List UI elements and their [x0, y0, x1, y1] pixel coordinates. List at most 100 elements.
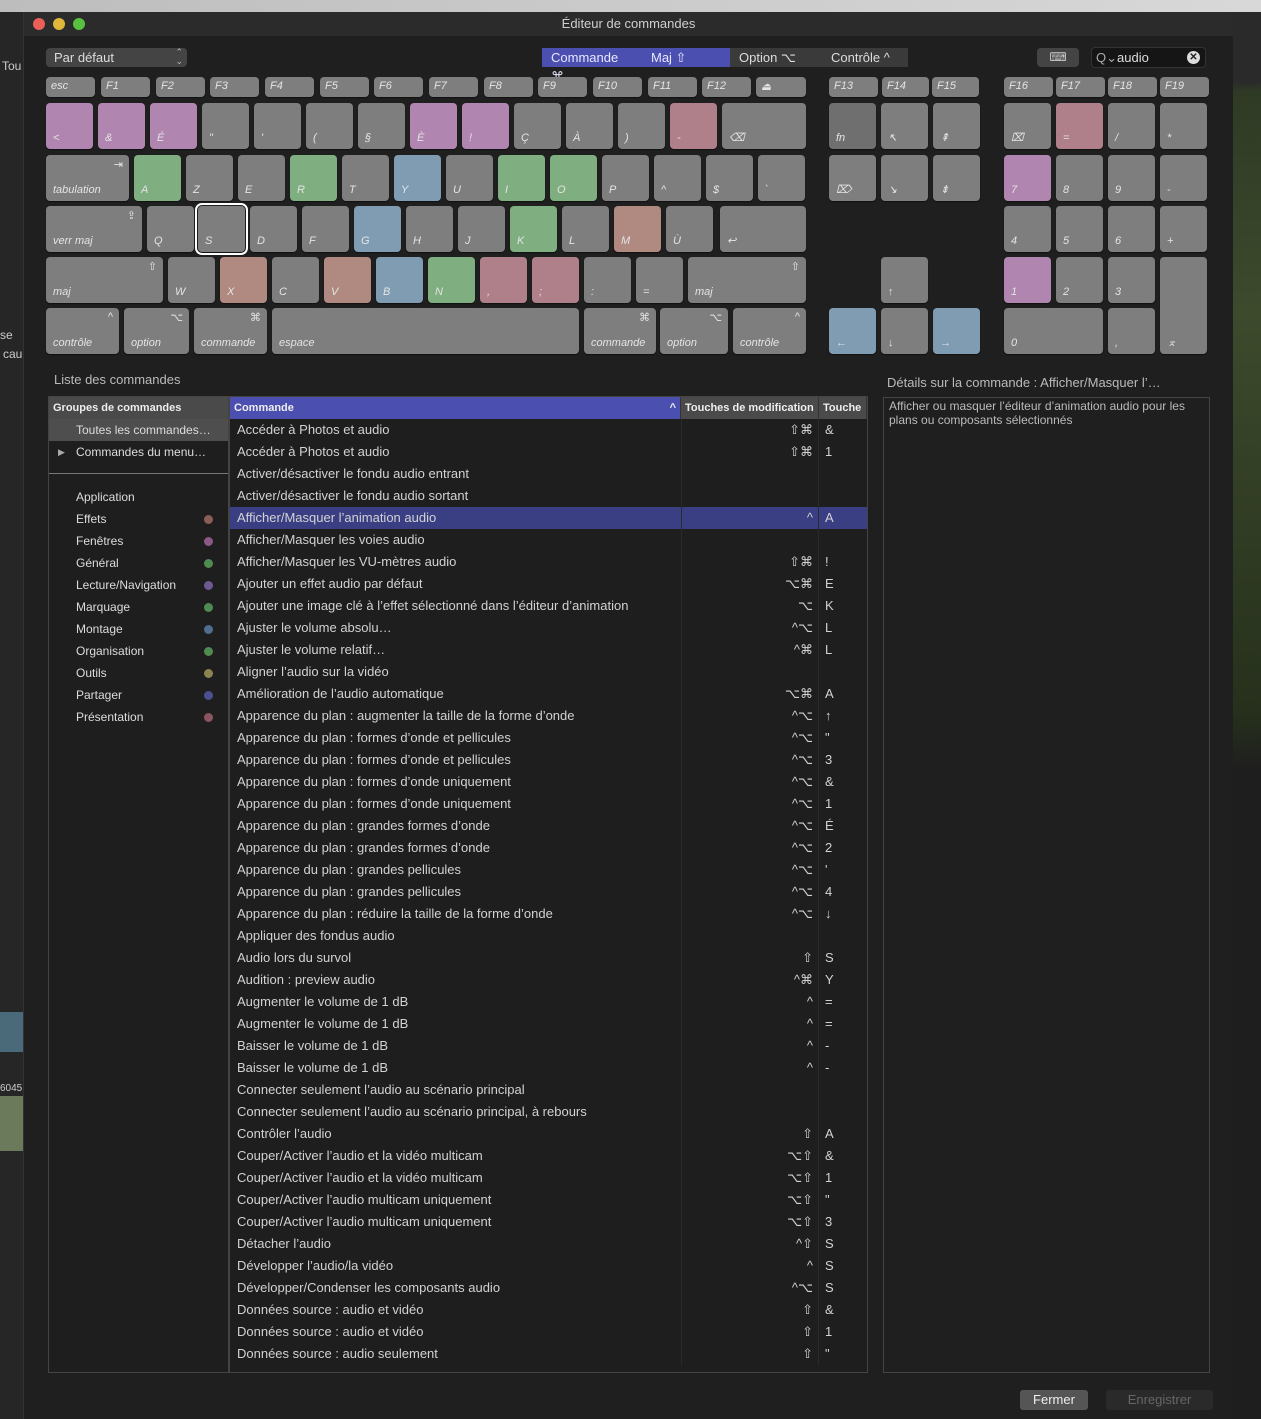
- key[interactable]: F11: [648, 77, 697, 97]
- column-header-modifiers[interactable]: Touches de modification: [681, 397, 819, 419]
- key[interactable]: F3: [210, 77, 259, 97]
- keyboard-toggle-button[interactable]: ⌨: [1037, 48, 1079, 67]
- key[interactable]: espace: [272, 308, 579, 354]
- key[interactable]: maj ⇧: [46, 257, 163, 303]
- table-row[interactable]: Baisser le volume de 1 dB ^ -: [230, 1035, 867, 1057]
- key[interactable]: È: [410, 103, 457, 149]
- table-row[interactable]: Ajouter une image clé à l’effet sélectio…: [230, 595, 867, 617]
- key[interactable]: esc: [46, 77, 95, 97]
- table-row[interactable]: Détacher l’audio ^⇧ S: [230, 1233, 867, 1255]
- key[interactable]: F4: [265, 77, 314, 97]
- key[interactable]: ⏏: [756, 77, 806, 97]
- table-row[interactable]: Données source : audio seulement ⇧ ": [230, 1343, 867, 1365]
- group-item[interactable]: Général: [49, 552, 228, 574]
- table-row[interactable]: Apparence du plan : formes d’onde unique…: [230, 771, 867, 793]
- table-row[interactable]: Activer/désactiver le fondu audio entran…: [230, 463, 867, 485]
- key[interactable]: U: [446, 155, 493, 201]
- key[interactable]: Ù: [666, 206, 713, 252]
- key[interactable]: K: [510, 206, 557, 252]
- table-row[interactable]: Apparence du plan : formes d’onde et pel…: [230, 749, 867, 771]
- key[interactable]: +: [1160, 206, 1207, 252]
- search-input[interactable]: audio: [1117, 50, 1149, 65]
- key[interactable]: 7: [1004, 155, 1051, 201]
- group-all-commands[interactable]: Toutes les commandes…: [49, 419, 228, 441]
- key[interactable]: ⌅: [1160, 257, 1207, 354]
- group-item[interactable]: Lecture/Navigation: [49, 574, 228, 596]
- key[interactable]: ↑: [881, 257, 928, 303]
- key[interactable]: ↩: [720, 206, 806, 252]
- key[interactable]: commande ⌘: [194, 308, 267, 354]
- table-row[interactable]: Apparence du plan : grandes formes d’ond…: [230, 837, 867, 859]
- key[interactable]: F10: [593, 77, 642, 97]
- key[interactable]: D: [250, 206, 297, 252]
- key[interactable]: ↘: [881, 155, 928, 201]
- key[interactable]: 3: [1108, 257, 1155, 303]
- key[interactable]: ": [202, 103, 249, 149]
- table-row[interactable]: Audio lors du survol ⇧ S: [230, 947, 867, 969]
- search-field[interactable]: Q⌄audio ✕: [1091, 47, 1206, 68]
- table-row[interactable]: Données source : audio et vidéo ⇧ 1: [230, 1321, 867, 1343]
- table-row[interactable]: Ajouter un effet audio par défaut ⌥⌘ E: [230, 573, 867, 595]
- key[interactable]: `: [758, 155, 805, 201]
- modifier-toggle[interactable]: Commande ⌘: [542, 48, 642, 84]
- table-row[interactable]: Aligner l’audio sur la vidéo: [230, 661, 867, 683]
- key[interactable]: ⌧: [1004, 103, 1051, 149]
- modifier-toggle[interactable]: Option ⌥: [730, 48, 822, 67]
- table-row[interactable]: Connecter seulement l’audio au scénario …: [230, 1079, 867, 1101]
- zoom-window-button[interactable]: [73, 18, 85, 30]
- key[interactable]: 9: [1108, 155, 1155, 201]
- key[interactable]: F8: [484, 77, 533, 97]
- key[interactable]: X: [220, 257, 267, 303]
- key[interactable]: F2: [156, 77, 205, 97]
- key[interactable]: F13: [829, 77, 878, 97]
- table-row[interactable]: Audition : preview audio ^⌘ Y: [230, 969, 867, 991]
- key[interactable]: /: [1108, 103, 1155, 149]
- key[interactable]: ,: [1108, 308, 1155, 354]
- key[interactable]: &: [98, 103, 145, 149]
- key[interactable]: ^: [654, 155, 701, 201]
- close-window-button[interactable]: [33, 18, 45, 30]
- key[interactable]: F16: [1004, 77, 1053, 97]
- key[interactable]: F1: [101, 77, 150, 97]
- table-row[interactable]: Couper/Activer l’audio multicam uniqueme…: [230, 1189, 867, 1211]
- modifier-toggle[interactable]: Contrôle ^: [822, 48, 908, 67]
- table-row[interactable]: Couper/Activer l’audio multicam uniqueme…: [230, 1211, 867, 1233]
- key[interactable]: commande ⌘: [584, 308, 656, 354]
- key[interactable]: ⌦: [829, 155, 876, 201]
- group-menu-commands[interactable]: ▶ Commandes du menu…: [49, 441, 228, 463]
- table-row[interactable]: Apparence du plan : formes d’onde et pel…: [230, 727, 867, 749]
- table-row[interactable]: Afficher/Masquer les voies audio: [230, 529, 867, 551]
- key[interactable]: W: [168, 257, 215, 303]
- key[interactable]: =: [1056, 103, 1103, 149]
- disclosure-triangle-icon[interactable]: ▶: [58, 441, 65, 463]
- table-row[interactable]: Afficher/Masquer l’animation audio ^ A: [230, 507, 867, 529]
- key[interactable]: F6: [374, 77, 423, 97]
- group-item[interactable]: Effets: [49, 508, 228, 530]
- key[interactable]: H: [406, 206, 453, 252]
- table-row[interactable]: Activer/désactiver le fondu audio sortan…: [230, 485, 867, 507]
- key[interactable]: fn: [829, 103, 876, 149]
- key[interactable]: -: [670, 103, 717, 149]
- table-row[interactable]: Augmenter le volume de 1 dB ^ =: [230, 991, 867, 1013]
- group-item[interactable]: Application: [49, 486, 228, 508]
- key[interactable]: P: [602, 155, 649, 201]
- key[interactable]: F7: [429, 77, 478, 97]
- table-row[interactable]: Apparence du plan : formes d’onde unique…: [230, 793, 867, 815]
- table-row[interactable]: Ajuster le volume absolu… ^⌥ L: [230, 617, 867, 639]
- table-row[interactable]: Connecter seulement l’audio au scénario …: [230, 1101, 867, 1123]
- table-row[interactable]: Amélioration de l’audio automatique ⌥⌘ A: [230, 683, 867, 705]
- key[interactable]: S: [195, 203, 248, 255]
- key[interactable]: contrôle ^: [733, 308, 806, 354]
- key[interactable]: A: [134, 155, 181, 201]
- key[interactable]: 2: [1056, 257, 1103, 303]
- table-row[interactable]: Augmenter le volume de 1 dB ^ =: [230, 1013, 867, 1035]
- key[interactable]: Z: [186, 155, 233, 201]
- key[interactable]: ←: [829, 308, 876, 354]
- key[interactable]: ⌫: [722, 103, 806, 149]
- key[interactable]: 0: [1004, 308, 1103, 354]
- column-header-command[interactable]: Commande ^: [230, 397, 681, 419]
- group-item[interactable]: Organisation: [49, 640, 228, 662]
- key[interactable]: (: [306, 103, 353, 149]
- key[interactable]: =: [636, 257, 683, 303]
- key[interactable]: ;: [532, 257, 579, 303]
